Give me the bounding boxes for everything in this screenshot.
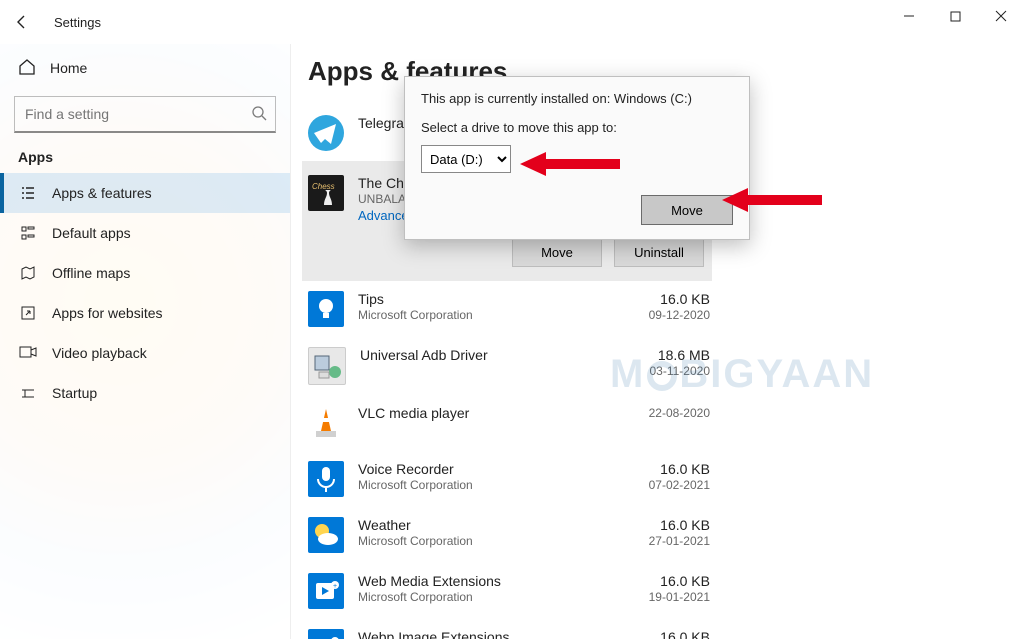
- app-icon-adb: [308, 347, 346, 385]
- sidebar-home[interactable]: Home: [0, 50, 290, 86]
- app-size: 16.0 KB: [650, 629, 711, 639]
- home-icon: [18, 58, 36, 79]
- app-row[interactable]: Voice Recorder Microsoft Corporation 16.…: [308, 451, 712, 507]
- uninstall-button[interactable]: Uninstall: [614, 237, 704, 267]
- search-input[interactable]: [23, 105, 251, 123]
- back-button[interactable]: [10, 10, 34, 34]
- sidebar-item-label: Video playback: [52, 345, 147, 361]
- annotation-arrow-icon: [722, 186, 822, 214]
- sidebar-item-apps-websites[interactable]: Apps for websites: [0, 293, 290, 333]
- app-publisher: Microsoft Corporation: [358, 590, 649, 604]
- sidebar-item-label: Apps & features: [52, 185, 152, 201]
- sidebar-item-label: Startup: [52, 385, 97, 401]
- app-name: Voice Recorder: [358, 461, 649, 477]
- move-button[interactable]: Move: [512, 237, 602, 267]
- app-name: VLC media player: [358, 405, 649, 421]
- svg-text:Chess: Chess: [312, 182, 335, 191]
- app-date: 19-01-2021: [649, 590, 710, 604]
- popup-info-text: This app is currently installed on: Wind…: [421, 91, 733, 106]
- sidebar-item-label: Apps for websites: [52, 305, 163, 321]
- sidebar: Home Apps Apps & features Default apps O…: [0, 44, 291, 639]
- app-size: 16.0 KB: [649, 291, 710, 307]
- settings-window: Settings Home Apps Apps & feat: [0, 0, 1024, 639]
- app-row[interactable]: VLC media player 22-08-2020: [308, 395, 712, 451]
- app-publisher: Microsoft Corporation: [358, 478, 649, 492]
- svg-text:+: +: [333, 583, 337, 590]
- app-icon-tips: [308, 291, 344, 327]
- sidebar-item-label: Offline maps: [52, 265, 130, 281]
- app-date: 07-02-2021: [649, 478, 710, 492]
- app-row[interactable]: Weather Microsoft Corporation 16.0 KB 27…: [308, 507, 712, 563]
- app-size: 16.0 KB: [649, 461, 710, 477]
- app-icon-webp: +: [308, 629, 344, 639]
- app-row[interactable]: + Web Media Extensions Microsoft Corpora…: [308, 563, 712, 619]
- popup-move-button[interactable]: Move: [641, 195, 733, 225]
- sidebar-item-offline-maps[interactable]: Offline maps: [0, 253, 290, 293]
- window-title: Settings: [54, 15, 101, 30]
- sidebar-home-label: Home: [50, 60, 87, 76]
- sidebar-item-video-playback[interactable]: Video playback: [0, 333, 290, 373]
- app-date: 27-01-2021: [649, 534, 710, 548]
- app-size: 16.0 KB: [649, 517, 710, 533]
- app-date: 09-12-2020: [649, 308, 710, 322]
- popup-instruction-text: Select a drive to move this app to:: [421, 120, 733, 135]
- maximize-button[interactable]: [932, 0, 978, 32]
- titlebar: Settings: [0, 0, 1024, 44]
- app-row[interactable]: + Webp Image Extensions Microsoft Corpor…: [308, 619, 712, 639]
- app-icon-voice-recorder: [308, 461, 344, 497]
- search-input-wrap[interactable]: [14, 96, 276, 133]
- open-icon: [18, 305, 38, 321]
- app-name: Webp Image Extensions: [358, 629, 650, 639]
- sidebar-item-label: Default apps: [52, 225, 131, 241]
- defaults-icon: [18, 225, 38, 241]
- sidebar-item-default-apps[interactable]: Default apps: [0, 213, 290, 253]
- app-icon-chess: Chess: [308, 175, 344, 211]
- startup-icon: [18, 385, 38, 401]
- search-icon: [251, 105, 267, 124]
- app-publisher: Microsoft Corporation: [358, 308, 649, 322]
- app-size: 16.0 KB: [649, 573, 710, 589]
- close-button[interactable]: [978, 0, 1024, 32]
- app-icon-weather: [308, 517, 344, 553]
- list-icon: [18, 185, 38, 201]
- app-name: Web Media Extensions: [358, 573, 649, 589]
- annotation-arrow-icon: [520, 150, 620, 178]
- window-controls: [886, 0, 1024, 32]
- sidebar-item-startup[interactable]: Startup: [0, 373, 290, 413]
- video-icon: [18, 346, 38, 360]
- sidebar-item-apps-features[interactable]: Apps & features: [0, 173, 290, 213]
- app-date: 03-11-2020: [650, 364, 711, 378]
- app-row[interactable]: Universal Adb Driver 18.6 MB 03-11-2020: [308, 337, 712, 395]
- app-row[interactable]: Tips Microsoft Corporation 16.0 KB 09-12…: [308, 281, 712, 337]
- app-icon-web-media: +: [308, 573, 344, 609]
- app-publisher: Microsoft Corporation: [358, 534, 649, 548]
- app-size: 18.6 MB: [650, 347, 711, 363]
- app-icon-telegram: [308, 115, 344, 151]
- app-row-actions: Move Uninstall: [302, 237, 712, 281]
- sidebar-section-label: Apps: [0, 149, 290, 165]
- map-icon: [18, 265, 38, 281]
- minimize-button[interactable]: [886, 0, 932, 32]
- app-date: 22-08-2020: [649, 406, 710, 420]
- app-icon-vlc: [308, 405, 344, 441]
- app-name: Weather: [358, 517, 649, 533]
- app-name: Tips: [358, 291, 649, 307]
- drive-select[interactable]: Data (D:): [421, 145, 511, 173]
- app-name: Universal Adb Driver: [360, 347, 650, 363]
